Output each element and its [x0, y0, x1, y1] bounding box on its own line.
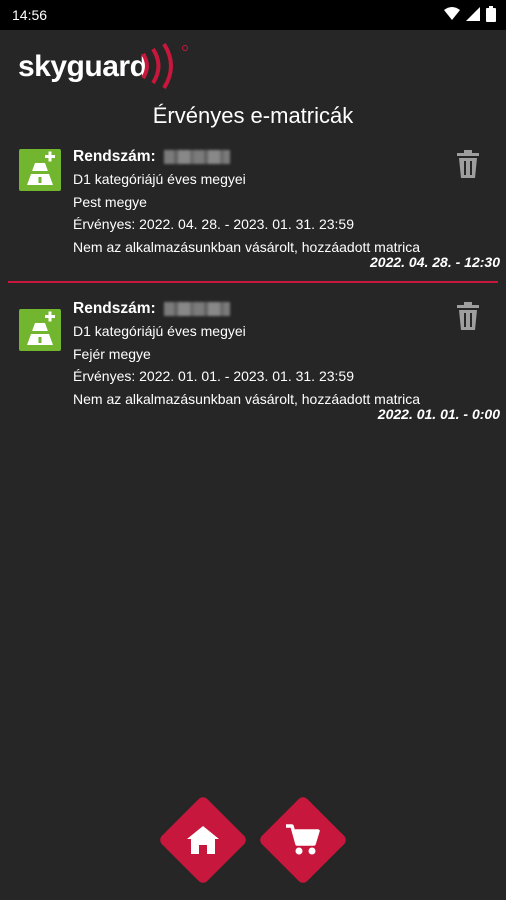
highway-plus-icon — [19, 149, 61, 191]
plate-number-redacted — [163, 150, 230, 165]
vignette-details: Rendszám: D1 kategóriájú éves megyei Pes… — [73, 146, 420, 258]
vignette-details: Rendszám: D1 kategóriájú éves megyei Fej… — [73, 298, 420, 410]
card-divider — [8, 281, 498, 283]
plate-label: Rendszám: — [73, 300, 156, 317]
vignette-note: Nem az alkalmazásunkban vásárolt, hozzáa… — [73, 390, 421, 407]
vignette-validity: Érvényes: 2022. 01. 01. - 2023. 01. 31. … — [73, 368, 354, 385]
home-button[interactable] — [157, 794, 249, 886]
highway-plus-icon — [19, 309, 61, 351]
status-bar: 14:56 — [0, 0, 506, 30]
status-icons — [444, 6, 496, 22]
battery-icon — [486, 6, 496, 22]
home-icon — [187, 826, 219, 854]
plate-line: Rendszám: — [73, 298, 420, 320]
vignette-timestamp: 2022. 04. 28. - 12:30 — [370, 254, 500, 270]
plate-number-redacted — [163, 302, 230, 317]
plate-line: Rendszám: — [73, 146, 420, 168]
trash-icon[interactable] — [456, 302, 480, 330]
vignette-timestamp: 2022. 01. 01. - 0:00 — [377, 406, 500, 422]
vignette-note: Nem az alkalmazásunkban vásárolt, hozzáa… — [73, 238, 421, 255]
page-title: Érvényes e-matricák — [152, 103, 354, 128]
app-header: skyguard — [0, 30, 506, 100]
vignette-county: Fejér megye — [73, 345, 151, 362]
signal-icon — [466, 7, 480, 21]
vignette-validity: Érvényes: 2022. 04. 28. - 2023. 01. 31. … — [73, 216, 354, 233]
status-time: 14:56 — [12, 7, 48, 23]
plate-label: Rendszám: — [73, 148, 156, 165]
trash-icon[interactable] — [456, 150, 480, 178]
vignette-category: D1 kategóriájú éves megyei — [73, 323, 246, 340]
vignette-category: D1 kategóriájú éves megyei — [73, 171, 246, 188]
cart-button[interactable] — [257, 794, 349, 886]
logo-waves-icon — [141, 42, 188, 90]
wifi-icon — [444, 7, 460, 20]
vignette-county: Pest megye — [73, 193, 147, 210]
logo-text: skyguard — [18, 50, 148, 83]
cart-icon — [286, 824, 320, 855]
